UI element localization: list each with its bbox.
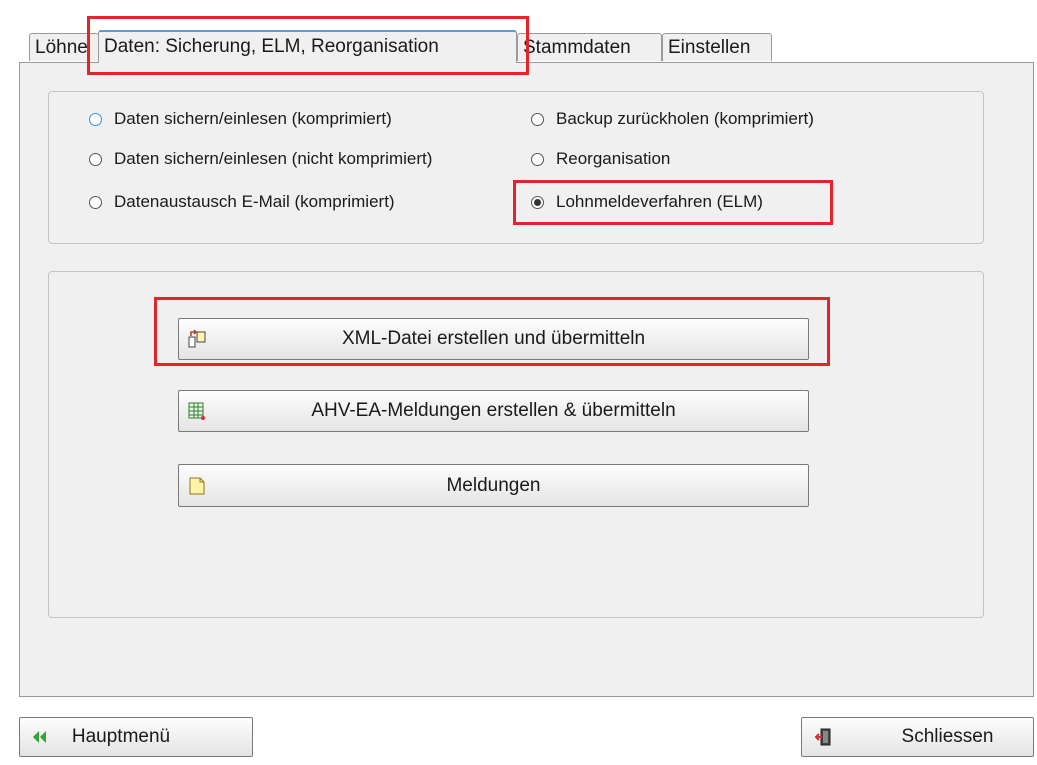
xml-export-button[interactable]: XML-Datei erstellen und übermitteln [178,318,809,360]
spreadsheet-icon [188,402,205,420]
tab-einstellen[interactable]: Einstellen [662,33,772,61]
radio-dot-icon [531,195,544,209]
export-file-icon [188,329,206,348]
meldungen-button[interactable]: Meldungen [178,464,809,507]
tab-daten[interactable]: Daten: Sicherung, ELM, Reorganisation [98,30,517,63]
radio-reorganisation[interactable]: Reorganisation [531,147,670,171]
radio-dot-icon [89,112,102,126]
radio-dot-icon [531,152,544,166]
radio-dot-icon [531,112,544,126]
xml-export-label: XML-Datei erstellen und übermitteln [341,328,646,349]
tab-loehne[interactable]: Löhne [29,33,99,61]
options-group: Daten sichern/einlesen (komprimiert) Dat… [48,91,984,244]
radio-elm-label: Lohnmeldeverfahren (ELM) [556,192,763,211]
double-arrow-left-icon [33,731,46,743]
radio-daten-nicht-komprimiert[interactable]: Daten sichern/einlesen (nicht komprimier… [89,147,432,171]
radio-daten-komprimiert[interactable]: Daten sichern/einlesen (komprimiert) [89,107,392,131]
radio-dot-icon [89,195,102,209]
ahv-ea-button[interactable]: AHV-EA-Meldungen erstellen & übermitteln [178,390,809,432]
ahv-ea-label: AHV-EA-Meldungen erstellen & übermitteln [311,400,676,421]
radio-dot-icon [89,152,102,166]
hauptmenu-button[interactable]: Hauptmenü [19,717,253,757]
tab-einstellen-label: Einstellen [668,37,751,58]
tab-stammdaten[interactable]: Stammdaten [517,33,662,61]
radio-datenaustausch-email[interactable]: Datenaustausch E-Mail (komprimiert) [89,190,395,214]
note-icon [189,477,205,494]
radio-datenaustausch-email-label: Datenaustausch E-Mail (komprimiert) [114,192,395,211]
meldungen-label: Meldungen [446,474,541,496]
schliessen-label: Schliessen [901,726,994,747]
hauptmenu-label: Hauptmenü [71,726,171,747]
radio-daten-komprimiert-label: Daten sichern/einlesen (komprimiert) [114,109,392,128]
actions-group: XML-Datei erstellen und übermitteln AHV-… [48,271,984,618]
radio-backup[interactable]: Backup zurückholen (komprimiert) [531,107,814,131]
radio-elm[interactable]: Lohnmeldeverfahren (ELM) [531,190,763,214]
tab-daten-label: Daten: Sicherung, ELM, Reorganisation [104,36,439,57]
schliessen-button[interactable]: Schliessen [801,717,1034,757]
tab-stammdaten-label: Stammdaten [523,37,631,58]
exit-door-icon [814,728,831,746]
tab-loehne-label: Löhne [35,37,88,58]
radio-daten-nicht-komprimiert-label: Daten sichern/einlesen (nicht komprimier… [114,149,433,168]
tab-panel: Daten sichern/einlesen (komprimiert) Dat… [19,62,1034,697]
radio-reorganisation-label: Reorganisation [556,149,671,168]
radio-backup-label: Backup zurückholen (komprimiert) [556,109,814,128]
